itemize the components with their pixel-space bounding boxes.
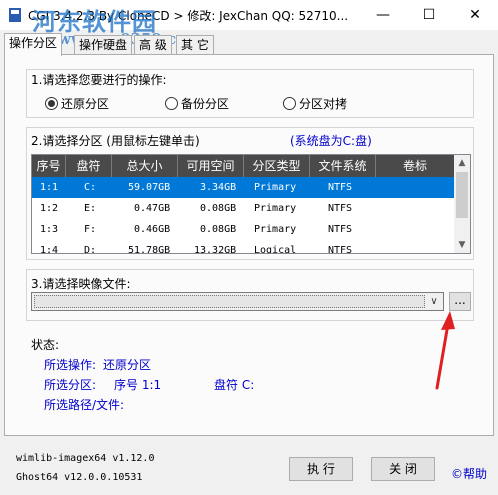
radio-copy-indicator bbox=[283, 97, 296, 110]
app-icon bbox=[9, 8, 21, 22]
col-drive[interactable]: 盘符 bbox=[66, 155, 112, 177]
cell-index: 1:3 bbox=[40, 224, 59, 235]
cell-size: 0.47GB bbox=[134, 203, 171, 214]
close-button[interactable]: 关 闭 bbox=[371, 457, 435, 481]
cell-drive: C: bbox=[84, 182, 97, 193]
image-file-combo[interactable]: ∨ bbox=[31, 292, 444, 311]
partition-label: 2.请选择分区 (用鼠标左键单击) bbox=[31, 134, 200, 148]
cell-index: 1:2 bbox=[40, 203, 59, 214]
table-header: 序号 盘符 总大小 可用空间 分区类型 文件系统 卷标 bbox=[32, 155, 454, 177]
status-op-value: 还原分区 bbox=[103, 358, 152, 372]
tab-other[interactable]: 其 它 bbox=[176, 35, 214, 55]
table-row[interactable]: 1:3 F: 0.46GB 0.08GB Primary NTFS bbox=[32, 219, 454, 240]
cell-type: Logical bbox=[254, 245, 297, 254]
radio-copy[interactable]: 分区对拷 bbox=[283, 95, 347, 112]
partition-table: 序号 盘符 总大小 可用空间 分区类型 文件系统 卷标 1:1 C: 59.07… bbox=[31, 154, 471, 254]
cell-type: Primary bbox=[254, 203, 297, 214]
radio-restore[interactable]: 还原分区 bbox=[45, 95, 109, 112]
cell-size: 59.07GB bbox=[128, 182, 171, 193]
radio-copy-label: 分区对拷 bbox=[299, 97, 348, 111]
image-file-value bbox=[34, 295, 425, 308]
cell-index: 1:4 bbox=[40, 245, 59, 254]
radio-restore-indicator bbox=[45, 97, 58, 110]
scroll-up-icon[interactable]: ▲ bbox=[454, 155, 470, 171]
col-type[interactable]: 分区类型 bbox=[244, 155, 310, 177]
radio-backup-indicator bbox=[165, 97, 178, 110]
cell-drive: F: bbox=[84, 224, 97, 235]
status-part-label: 所选分区: bbox=[44, 378, 97, 392]
col-index[interactable]: 序号 bbox=[32, 155, 66, 177]
help-link[interactable]: ©帮助 bbox=[451, 465, 487, 482]
radio-backup-label: 备份分区 bbox=[181, 97, 230, 111]
status-part-value: 序号 1:1 bbox=[114, 378, 162, 392]
status-label: 状态: bbox=[31, 338, 60, 352]
cell-size: 51.78GB bbox=[128, 245, 171, 254]
radio-backup[interactable]: 备份分区 bbox=[165, 95, 229, 112]
cell-type: Primary bbox=[254, 182, 297, 193]
scroll-thumb[interactable] bbox=[456, 172, 468, 218]
tab-operate-partition[interactable]: 操作分区 bbox=[4, 33, 63, 56]
col-fs[interactable]: 文件系统 bbox=[310, 155, 376, 177]
cell-fs: NTFS bbox=[328, 224, 353, 235]
scroll-down-icon[interactable]: ▼ bbox=[454, 237, 470, 253]
table-scrollbar[interactable]: ▲ ▼ bbox=[454, 155, 470, 253]
image-file-label: 3.请选择映像文件: bbox=[31, 277, 131, 291]
cell-free: 0.08GB bbox=[200, 224, 237, 235]
table-row[interactable]: 1:1 C: 59.07GB 3.34GB Primary NTFS bbox=[32, 177, 454, 198]
col-label[interactable]: 卷标 bbox=[376, 155, 454, 177]
radio-restore-label: 还原分区 bbox=[61, 97, 110, 111]
cell-type: Primary bbox=[254, 224, 297, 235]
execute-button[interactable]: 执 行 bbox=[289, 457, 353, 481]
cell-fs: NTFS bbox=[328, 245, 353, 254]
cell-drive: E: bbox=[84, 203, 97, 214]
col-size[interactable]: 总大小 bbox=[112, 155, 178, 177]
cell-fs: NTFS bbox=[328, 203, 353, 214]
table-row[interactable]: 1:4 D: 51.78GB 13.32GB Logical NTFS bbox=[32, 240, 454, 254]
operation-label: 1.请选择您要进行的操作: bbox=[31, 73, 167, 87]
cell-fs: NTFS bbox=[328, 182, 353, 193]
wimlib-version: wimlib-imagex64 v1.12.0 bbox=[16, 453, 155, 464]
close-window-button[interactable]: ✕ bbox=[452, 0, 498, 30]
maximize-button[interactable]: ☐ bbox=[406, 0, 452, 30]
cell-free: 13.32GB bbox=[194, 245, 237, 254]
red-arrow-icon bbox=[435, 311, 455, 390]
col-free[interactable]: 可用空间 bbox=[178, 155, 244, 177]
cell-free: 0.08GB bbox=[200, 203, 237, 214]
status-drive-value: 盘符 C: bbox=[214, 378, 255, 392]
status-path-label: 所选路径/文件: bbox=[44, 398, 125, 412]
cell-size: 0.46GB bbox=[134, 224, 171, 235]
cell-free: 3.34GB bbox=[200, 182, 237, 193]
tab-advanced[interactable]: 高 级 bbox=[134, 35, 172, 55]
table-row[interactable]: 1:2 E: 0.47GB 0.08GB Primary NTFS bbox=[32, 198, 454, 219]
cell-index: 1:1 bbox=[40, 182, 59, 193]
ghost-version: Ghost64 v12.0.0.10531 bbox=[16, 472, 143, 483]
system-disk-note: (系统盘为C:盘) bbox=[290, 134, 372, 148]
status-op-label: 所选操作: bbox=[44, 358, 97, 372]
tab-operate-disk[interactable]: 操作硬盘 bbox=[74, 35, 133, 55]
cell-drive: D: bbox=[84, 245, 97, 254]
minimize-button[interactable]: — bbox=[360, 0, 406, 30]
